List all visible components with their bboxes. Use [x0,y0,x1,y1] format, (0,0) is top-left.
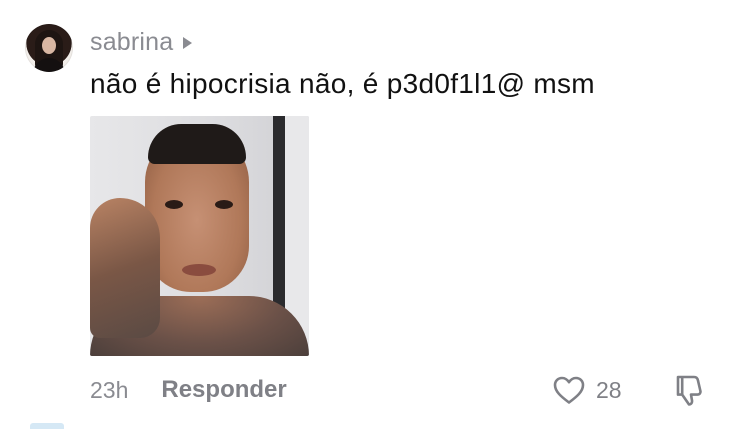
image-mouth [182,264,216,276]
image-hand [90,198,160,338]
chevron-right-icon[interactable] [183,37,193,49]
comment-footer: 23h Responder [90,373,287,407]
image-right-eye [215,200,233,209]
image-hair [148,124,246,164]
heart-icon[interactable] [552,375,586,405]
avatar[interactable] [25,24,73,72]
next-item-hint [30,423,64,429]
reply-button[interactable]: Responder [161,376,286,404]
username[interactable]: sabrina [90,28,173,57]
thumbs-down-icon[interactable] [670,372,706,408]
attached-image[interactable] [90,116,309,356]
image-left-eye [165,200,183,209]
comment-item: sabrina não é hipocrisia não, é p3d0f1l1… [0,0,741,429]
like-button[interactable]: 28 [552,373,622,407]
timestamp: 23h [90,376,129,403]
like-count: 28 [596,376,622,403]
comment-text: não é hipocrisia não, é p3d0f1l1@ msm [90,68,595,99]
avatar-face [42,37,56,54]
username-row[interactable]: sabrina [90,27,193,57]
